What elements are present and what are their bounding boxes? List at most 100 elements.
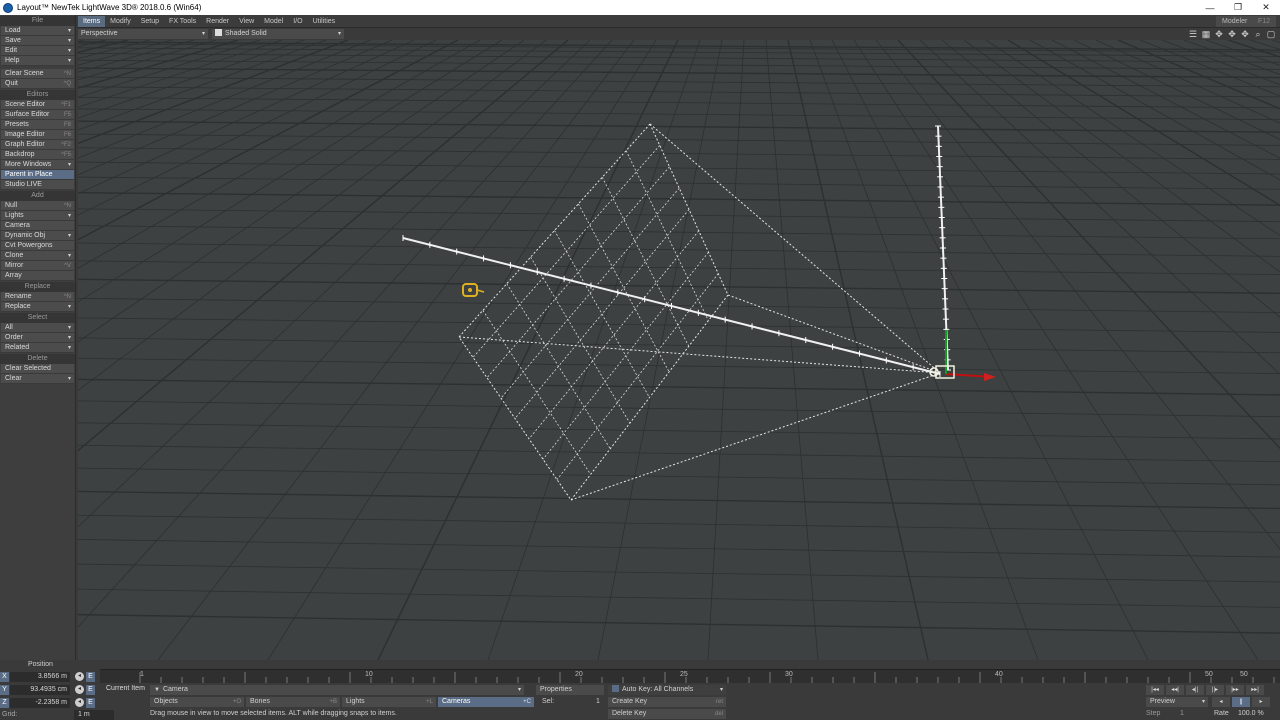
sidebar-item-presets[interactable]: Presets F8 [1,120,74,130]
tab-setup[interactable]: Setup [136,16,164,27]
tab-model[interactable]: Model [259,16,288,27]
chevron-down-icon: ▾ [67,213,71,219]
rate-label: Rate [1214,710,1229,717]
envelope-x-button[interactable]: E [86,671,95,682]
sidebar-item-label: Lights [5,212,24,219]
sidebar-item-null[interactable]: Null ^N [1,201,74,211]
first-frame-button[interactable]: |◂◂ [1146,685,1164,695]
sidebar-item-image-editor[interactable]: Image Editor F6 [1,130,74,140]
next-key-button[interactable]: |▸▸ [1226,685,1244,695]
grid-size-row: Grid: 1 m [0,709,114,720]
step-forward-button[interactable]: ▸ [1252,697,1270,707]
properties-button[interactable]: Properties [536,685,604,695]
play-reverse-button[interactable]: ◂|| [1186,685,1204,695]
sidebar-item-clear-selected[interactable]: Clear Selected [1,364,74,374]
sidebar-item-rename[interactable]: Rename ^N [1,292,74,302]
maximize-view-icon[interactable]: ▢ [1266,29,1276,39]
minimize-button[interactable]: — [1196,3,1224,13]
sidebar-item-clear-scene[interactable]: Clear Scene ^N [1,69,74,79]
view-mode-dropdown[interactable]: Perspective ▾ [78,29,208,39]
tab-i-o[interactable]: I/O [288,16,307,27]
position-x-field[interactable]: 3.8566 m [10,671,70,682]
chevron-down-icon: ▾ [67,233,71,239]
sidebar-item-cvt-powergons[interactable]: Cvt Powergons [1,241,74,251]
sidebar-item-quit[interactable]: Quit ^Q [1,79,74,89]
modeler-button[interactable]: Modeler F12 [1216,15,1276,27]
lights-button[interactable]: Lights +L [342,697,436,707]
shading-mode-dropdown[interactable]: Shaded Solid ▾ [212,29,344,39]
sidebar-item-surface-editor[interactable]: Surface Editor F5 [1,110,74,120]
delete-key-button[interactable]: Delete Key del [608,709,726,719]
rotate-view-icon[interactable]: ✥ [1227,29,1237,39]
grid-line [831,40,1149,660]
current-item-dropdown[interactable]: ▼ Camera ▾ [150,685,524,695]
perspective-viewport[interactable] [78,40,1280,660]
grid-line [78,40,547,391]
sidebar-item-order[interactable]: Order ▾ [1,333,74,343]
timeline-frame-label: 30 [785,671,793,678]
sidebar-item-save[interactable]: Save ▾ [1,36,74,46]
zoom-view-icon[interactable]: ⌕ [1253,29,1263,39]
tab-utilities[interactable]: Utilities [308,16,341,27]
pan-view-icon[interactable]: ✥ [1240,29,1250,39]
camera-view-plane [458,123,729,501]
reset-z-icon[interactable]: ◂ [75,698,84,707]
create-key-button[interactable]: Create Key ret [608,697,726,707]
move-view-icon[interactable]: ✥ [1214,29,1224,39]
sidebar-item-backdrop[interactable]: Backdrop ^F5 [1,150,74,160]
sidebar-item-lights[interactable]: Lights ▾ [1,211,74,221]
tab-render[interactable]: Render [201,16,234,27]
sidebar-item-mirror[interactable]: Mirror ^V [1,261,74,271]
play-forward-button[interactable]: ||▸ [1206,685,1224,695]
viewport-layout-icon[interactable]: ▦ [1201,29,1211,39]
frustum-edge [570,372,941,501]
create-key-label: Create Key [612,698,648,705]
grid-size-field[interactable]: 1 m [74,709,114,720]
close-button[interactable]: ✕ [1252,2,1280,13]
preview-dropdown[interactable]: Preview ▾ [1146,697,1208,707]
tab-view[interactable]: View [234,16,259,27]
sidebar-item-replace[interactable]: Replace ▾ [1,302,74,312]
light-icon[interactable] [462,283,485,297]
sidebar-item-array[interactable]: Array [1,271,74,281]
sidebar-item-camera[interactable]: Camera [1,221,74,231]
cameras-button[interactable]: Cameras +C [438,697,534,707]
sidebar-item-graph-editor[interactable]: Graph Editor ^F2 [1,140,74,150]
last-frame-button[interactable]: ▸▸| [1246,685,1264,695]
sidebar-item-all[interactable]: All ▾ [1,323,74,333]
sidebar-item-dynamic-obj[interactable]: Dynamic Obj ▾ [1,231,74,241]
sidebar-item-more-windows[interactable]: More Windows ▾ [1,160,74,170]
sidebar-item-help[interactable]: Help ▾ [1,56,74,66]
reset-x-icon[interactable]: ◂ [75,672,84,681]
tab-items[interactable]: Items [78,15,106,27]
sidebar-item-load[interactable]: Load ▾ [1,26,74,36]
restore-button[interactable]: ❐ [1224,2,1252,13]
sidebar-item-clear[interactable]: Clear ▾ [1,374,74,384]
viewport-list-icon[interactable]: ☰ [1188,29,1198,39]
objects-button[interactable]: Objects +O [150,697,244,707]
step-back-button[interactable]: ◂ [1212,697,1230,707]
envelope-y-button[interactable]: E [86,684,95,695]
sidebar-item-studio-live[interactable]: Studio LIVE [1,180,74,190]
sidebar-item-related[interactable]: Related ▾ [1,343,74,353]
grid-line [78,278,1280,295]
position-z-field[interactable]: -2.2358 m [10,697,70,708]
reset-y-icon[interactable]: ◂ [75,685,84,694]
sidebar-item-parent-in-place[interactable]: Parent in Place [1,170,74,180]
pause-button[interactable]: || [1232,697,1250,707]
section-file-header: File [0,16,75,26]
timeline-slider[interactable]: 1 10 20 25 30 40 50 50 [100,669,1280,683]
position-y-field[interactable]: 93.4935 cm [10,684,70,695]
auto-key-dropdown[interactable]: Auto Key: All Channels ▾ [608,685,726,695]
previous-key-button[interactable]: ◂◂| [1166,685,1184,695]
bones-button[interactable]: Bones +B [246,697,340,707]
sidebar-item-scene-editor[interactable]: Scene Editor ^F1 [1,100,74,110]
sidebar-item-hotkey: ^V [64,263,71,269]
sidebar-item-edit[interactable]: Edit ▾ [1,46,74,56]
shading-checkbox[interactable] [215,29,222,36]
tab-modify[interactable]: Modify [105,16,136,27]
auto-key-checkbox[interactable] [612,685,619,692]
tab-fx-tools[interactable]: FX Tools [164,16,201,27]
sidebar-item-clone[interactable]: Clone ▾ [1,251,74,261]
envelope-z-button[interactable]: E [86,697,95,708]
